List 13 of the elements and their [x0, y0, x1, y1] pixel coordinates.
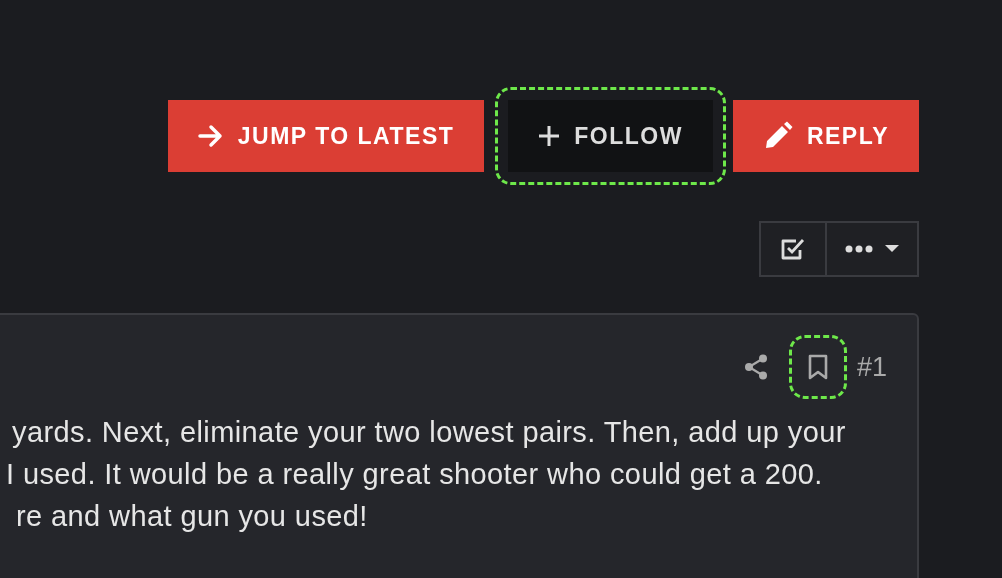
post-text-line: I used. It would be a really great shooter who could get a 200.	[5, 457, 824, 492]
post-text-line: yards. Next, eliminate your two lowest pairs. Then, add up your	[11, 415, 847, 450]
jump-to-latest-button[interactable]: JUMP TO LATEST	[167, 100, 485, 172]
plus-icon	[538, 125, 561, 147]
more-icon	[845, 245, 873, 253]
reply-button[interactable]: REPLY	[732, 100, 919, 172]
bookmark-icon[interactable]	[807, 354, 828, 380]
caret-icon	[885, 245, 899, 253]
post-number[interactable]: #1	[856, 351, 887, 383]
post-text-line: re and what gun you used!	[15, 499, 369, 534]
share-icon[interactable]	[743, 354, 768, 380]
arrow-right-icon	[197, 124, 224, 148]
follow-button[interactable]: FOLLOW	[508, 100, 713, 172]
